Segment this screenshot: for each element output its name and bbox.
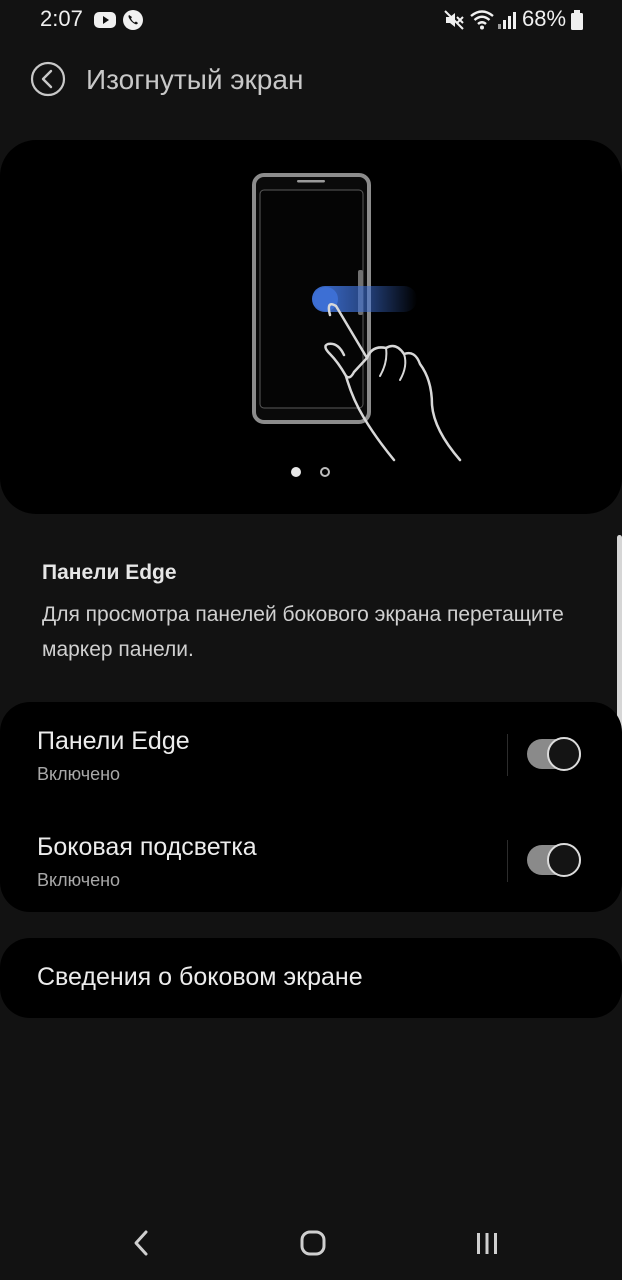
about-edge-screen-item[interactable]: Сведения о боковом экране bbox=[0, 938, 622, 1018]
page-indicator-dot-active[interactable] bbox=[291, 467, 301, 477]
illustration-card bbox=[0, 140, 622, 514]
nav-back-icon bbox=[134, 1230, 148, 1256]
status-bar: 2:07 68% bbox=[0, 0, 622, 40]
page-title: Изогнутый экран bbox=[86, 64, 304, 95]
about-edge-screen-label: Сведения о боковом экране bbox=[37, 963, 363, 991]
setting-status-edge-panels: Включено bbox=[37, 764, 121, 784]
back-button[interactable] bbox=[30, 61, 66, 97]
back-arrow-circle-icon bbox=[30, 61, 66, 97]
setting-label-edge-lighting: Боковая подсветка bbox=[37, 833, 257, 861]
battery-percent: 68% bbox=[522, 6, 567, 31]
row-divider bbox=[507, 734, 508, 776]
phone-call-icon bbox=[121, 9, 145, 36]
settings-card: Панели Edge Включено Боковая подсветка В… bbox=[0, 702, 622, 912]
edge-panel-swipe-illustration bbox=[252, 173, 462, 462]
battery-icon bbox=[570, 9, 584, 36]
setting-label-edge-panels: Панели Edge bbox=[37, 727, 190, 755]
nav-back-button[interactable] bbox=[110, 1220, 170, 1266]
nav-recents-icon bbox=[477, 1233, 497, 1254]
youtube-icon bbox=[93, 9, 117, 36]
info-description: Для просмотра панелей бокового экрана пе… bbox=[42, 603, 564, 661]
page-indicator-dot[interactable] bbox=[320, 467, 330, 477]
setting-row-edge-panels[interactable]: Панели Edge Включено bbox=[0, 702, 622, 807]
nav-recents-button[interactable] bbox=[457, 1220, 517, 1266]
navigation-bar bbox=[0, 1200, 622, 1280]
edge-panels-toggle[interactable] bbox=[527, 737, 581, 771]
edge-lighting-toggle[interactable] bbox=[527, 843, 581, 877]
signal-icon bbox=[497, 9, 517, 36]
app-header: Изогнутый экран bbox=[0, 55, 622, 105]
setting-row-edge-lighting[interactable]: Боковая подсветка Включено bbox=[0, 808, 622, 912]
nav-home-button[interactable] bbox=[283, 1220, 343, 1266]
row-divider bbox=[507, 840, 508, 882]
wifi-icon bbox=[469, 9, 495, 36]
nav-home-icon bbox=[300, 1230, 326, 1256]
toggle-knob bbox=[547, 843, 581, 877]
mute-icon bbox=[443, 9, 465, 36]
setting-status-edge-lighting: Включено bbox=[37, 870, 121, 890]
info-title: Панели Edge bbox=[42, 561, 177, 584]
status-time: 2:07 bbox=[40, 6, 83, 31]
toggle-knob bbox=[547, 737, 581, 771]
